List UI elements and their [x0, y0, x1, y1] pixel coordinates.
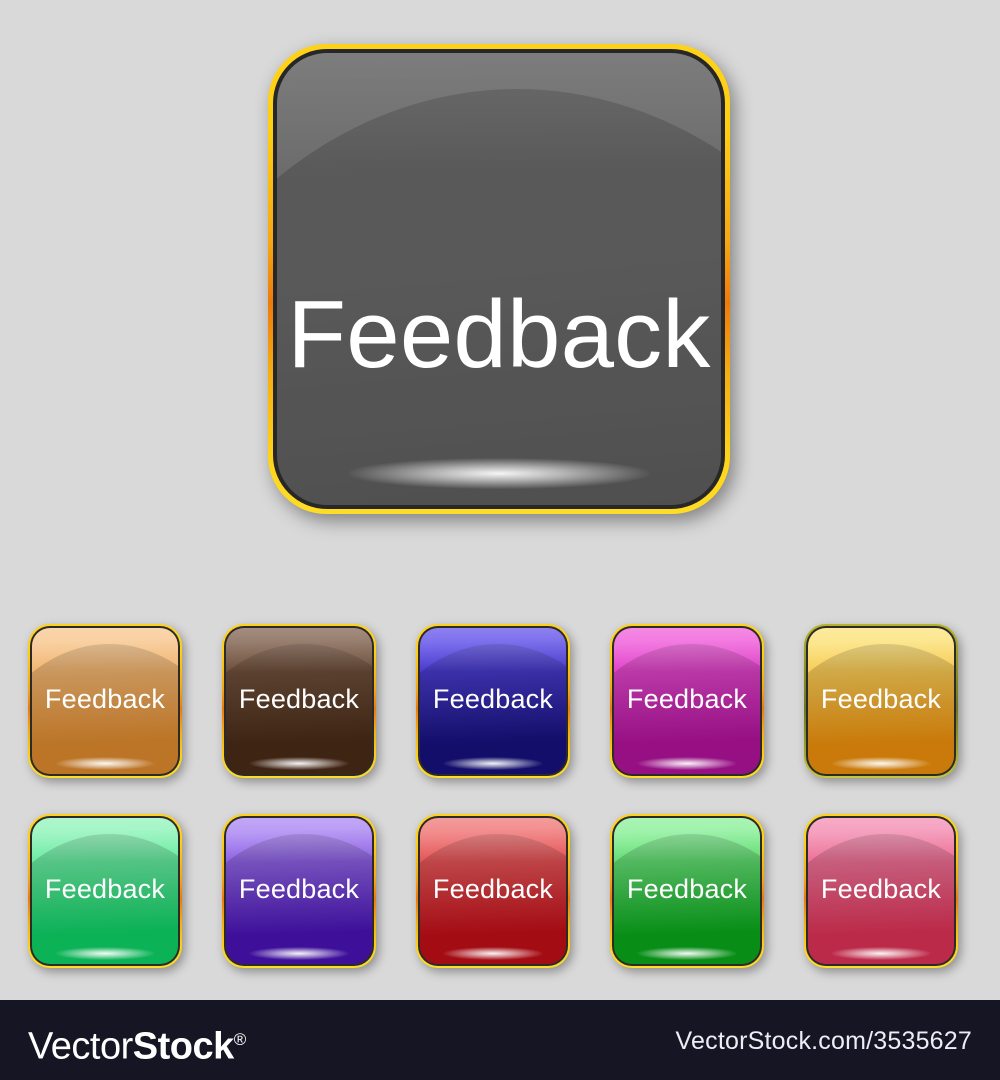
feedback-button-purple[interactable]: Feedback [222, 814, 376, 968]
button-label: Feedback [44, 874, 166, 904]
feedback-button-blue-violet[interactable]: Feedback [416, 624, 570, 778]
main-button-label: Feedback [287, 281, 711, 388]
main-button-face [277, 53, 721, 505]
feedback-button-green[interactable]: Feedback [610, 814, 764, 968]
feedback-button-light-orange[interactable]: Feedback [28, 624, 182, 778]
watermark-bar: VectorStock® VectorStock.com/3535627 [0, 1000, 1000, 1080]
main-feedback-button[interactable]: Feedback [268, 44, 730, 514]
button-label: Feedback [626, 874, 748, 904]
feedback-button-brown[interactable]: Feedback [222, 624, 376, 778]
logo-bold-part: Stock [132, 1025, 234, 1068]
canvas: Feedback Feedback Feedback Feedback Feedbac… [0, 0, 1000, 1080]
feedback-button-red[interactable]: Feedback [416, 814, 570, 968]
feedback-button-yellow-gold[interactable]: Feedback [804, 624, 958, 778]
button-label: Feedback [820, 874, 942, 904]
button-label: Feedback [238, 684, 360, 714]
feedback-button-mint-green[interactable]: Feedback [28, 814, 182, 968]
feedback-button-magenta[interactable]: Feedback [610, 624, 764, 778]
button-label: Feedback [432, 684, 554, 714]
button-label: Feedback [238, 874, 360, 904]
vectorstock-url: VectorStock.com/3535627 [675, 1027, 972, 1055]
button-label: Feedback [432, 874, 554, 904]
feedback-button-pink[interactable]: Feedback [804, 814, 958, 968]
button-label: Feedback [626, 684, 748, 714]
button-label: Feedback [44, 684, 166, 714]
logo-light-part: Vector [28, 1025, 133, 1068]
vectorstock-logo: VectorStock® [28, 1020, 246, 1067]
registered-trademark-icon: ® [233, 1030, 247, 1049]
button-label: Feedback [820, 684, 942, 714]
